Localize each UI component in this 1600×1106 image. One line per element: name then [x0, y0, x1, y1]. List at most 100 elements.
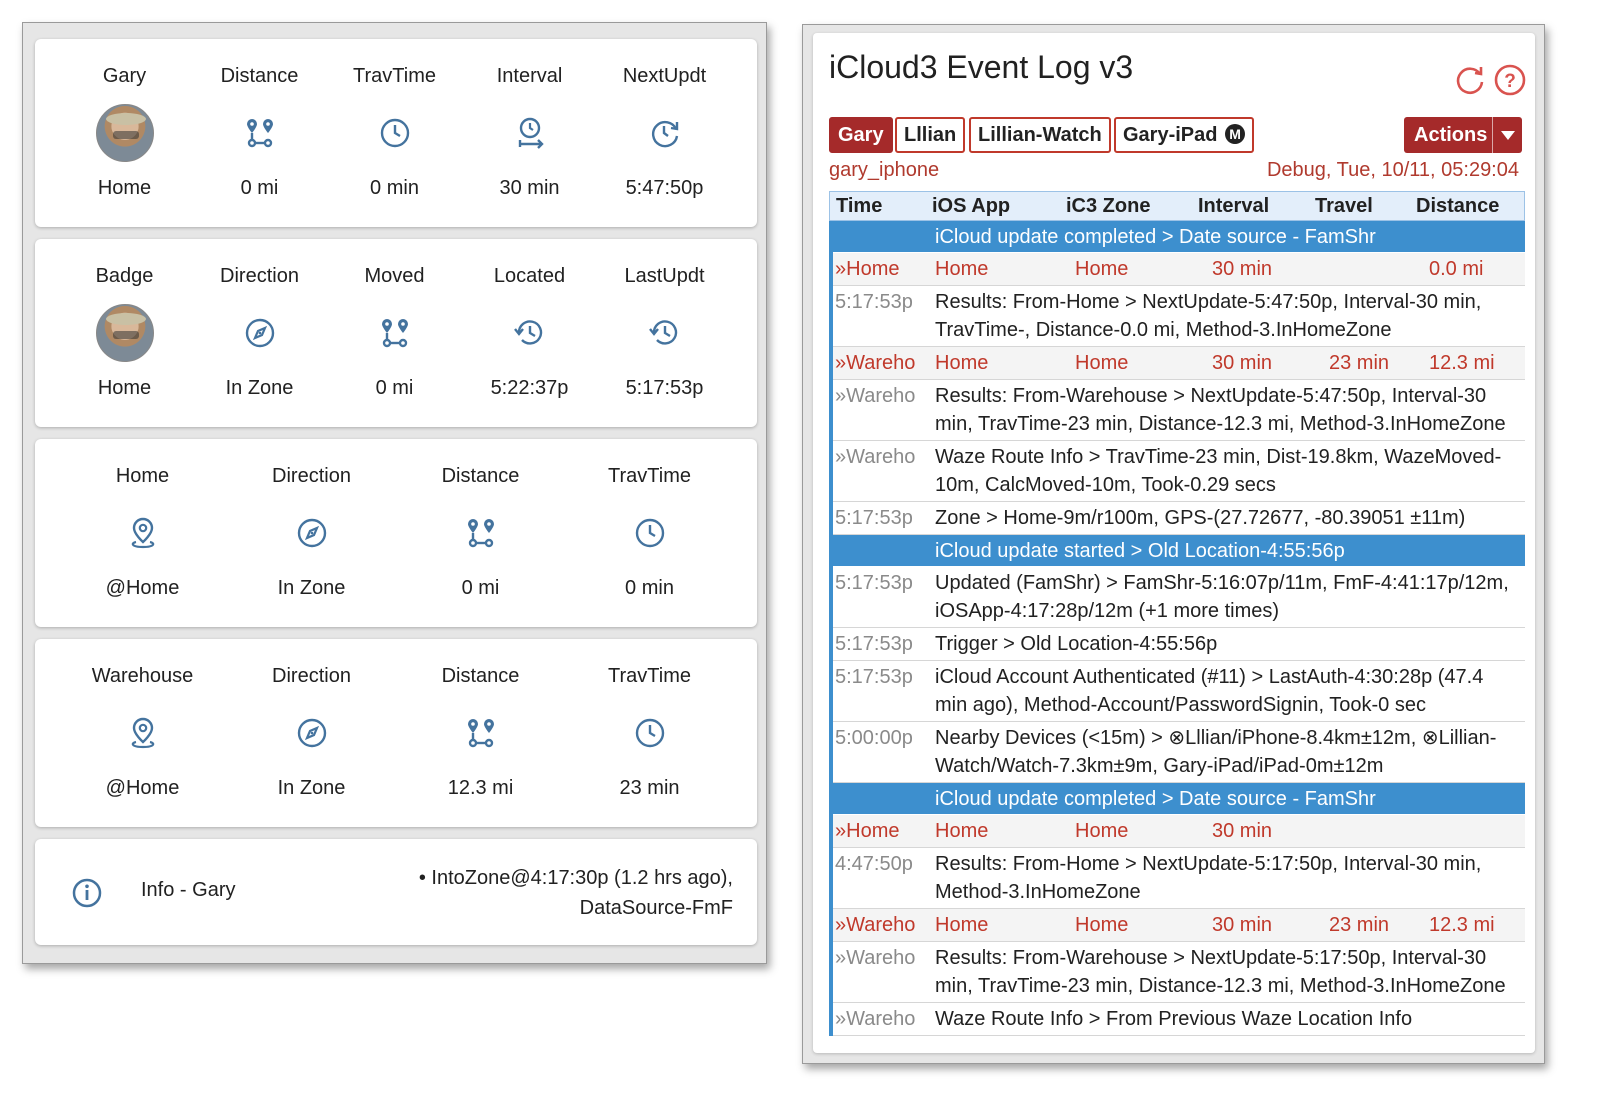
card1-col-gary[interactable]: Gary Home — [57, 39, 192, 227]
log-message-row: 5:17:53p Updated (FamShr) > FamShr-5:16:0… — [833, 567, 1525, 628]
log-cell-zone: Home — [1075, 352, 1129, 374]
log-time: »Wareho — [835, 1008, 916, 1030]
device-status-card: Gary Home Distance 0 mi TravTime 0 min Interva… — [35, 39, 757, 227]
clock-icon — [365, 103, 425, 163]
map-pin-icon — [113, 703, 173, 763]
actions-button[interactable]: Actions — [1404, 117, 1522, 153]
info-line-2: DataSource-FmF — [579, 897, 733, 919]
device-button-gary-ipad[interactable]: Gary-iPad M — [1114, 117, 1255, 153]
entity-label: TravTime — [353, 65, 436, 87]
info-card[interactable]: Info - Gary • IntoZone@4:17:30p (1.2 hrs… — [35, 839, 757, 945]
compass-icon — [282, 703, 342, 763]
event-log-panel: iCloud3 Event Log v3 ? Gary Lllian Lilli… — [802, 24, 1545, 1064]
entity-label: TravTime — [608, 465, 691, 487]
log-message-row: 5:17:53p Trigger > Old Location-4:55:56p — [833, 628, 1525, 661]
log-time: 5:17:53p — [835, 666, 913, 688]
log-section-header: iCloud update completed > Date source - … — [833, 783, 1525, 815]
log-cell-travel: 23 min — [1329, 914, 1390, 936]
log-message-row: 5:17:53p Results: From-Home > NextUpdate-… — [833, 286, 1525, 347]
event-log-table[interactable]: Time iOS App iC3 Zone Interval Travel Di… — [829, 191, 1525, 1036]
entity-value: In Zone — [277, 577, 346, 599]
log-cell-time: »Wareho — [835, 352, 916, 374]
card2-col-moved[interactable]: Moved 0 mi — [327, 239, 462, 427]
info-icon[interactable] — [71, 877, 103, 914]
log-status-row: »Home Home Home 30 min 0.0 mi — [833, 253, 1525, 286]
device-button-gary-ipad-label: Gary-iPad — [1123, 124, 1218, 146]
card1-col-distance[interactable]: Distance 0 mi — [192, 39, 327, 227]
log-message: Results: From-Home > NextUpdate-5:47:50p… — [935, 288, 1525, 344]
log-message-row: 5:00:00p Nearby Devices (<15m) > ⊗Lllian/… — [833, 722, 1525, 783]
debug-timestamp: Debug, Tue, 10/11, 05:29:04 — [1266, 159, 1519, 181]
chevron-down-icon[interactable] — [1492, 117, 1522, 153]
log-cell-interval: 30 min — [1212, 820, 1273, 842]
log-message: Waze Route Info > From Previous Waze Loc… — [935, 1005, 1525, 1033]
help-icon[interactable]: ? — [1493, 63, 1527, 97]
log-cell-interval: 30 min — [1212, 258, 1273, 280]
card3-col-travtime[interactable]: TravTime 0 min — [565, 439, 734, 627]
entity-value: 0 min — [625, 577, 674, 599]
map-pin-icon — [113, 503, 173, 563]
avatar — [95, 303, 155, 363]
col-header-interval: Interval — [1198, 195, 1270, 217]
card1-col-travtime[interactable]: TravTime 0 min — [327, 39, 462, 227]
card4-col-travtime[interactable]: TravTime 23 min — [565, 639, 734, 827]
log-cell-travel — [1329, 255, 1429, 283]
card3-col-distance[interactable]: Distance 0 mi — [396, 439, 565, 627]
event-log-body[interactable]: iCloud update completed > Date source - … — [829, 221, 1525, 1036]
log-message: Nearby Devices (<15m) > ⊗Lllian/iPhone-8… — [935, 724, 1525, 780]
log-time: »Wareho — [835, 446, 916, 468]
entity-label: Direction — [272, 465, 351, 487]
device-button-gary[interactable]: Gary — [829, 117, 893, 153]
entity-value: @Home — [105, 777, 180, 799]
card2-col-located[interactable]: Located 5:22:37p — [462, 239, 597, 427]
entity-label: Direction — [220, 265, 299, 287]
entity-label: LastUpdt — [624, 265, 705, 287]
log-time: »Wareho — [835, 947, 916, 969]
log-message-line: iCloud Account Authenticated (#11) > Las… — [935, 666, 1484, 688]
device-location-card: Badge Home Direction In Zone Moved 0 mi Locate… — [35, 239, 757, 427]
log-message: Results: From-Warehouse > NextUpdate-5:1… — [935, 944, 1525, 1000]
log-cell-interval: 30 min — [1212, 914, 1273, 936]
log-cell-zone: Home — [1075, 914, 1129, 936]
device-button-lllian[interactable]: Lllian — [895, 117, 966, 153]
log-cell-distance: 12.3 mi — [1429, 352, 1495, 374]
col-header-time: Time — [836, 195, 883, 217]
log-section-header: iCloud update started > Old Location-4:5… — [833, 535, 1525, 567]
info-line-1: • IntoZone@4:17:30p (1.2 hrs ago), — [418, 867, 733, 889]
log-section-header: iCloud update completed > Date source - … — [833, 221, 1525, 253]
log-cell-time: »Home — [835, 820, 900, 842]
refresh-icon[interactable] — [1453, 63, 1487, 97]
log-cell-interval: 30 min — [1212, 352, 1273, 374]
card2-col-lastupdt[interactable]: LastUpdt 5:17:53p — [597, 239, 732, 427]
card3-col-direction[interactable]: Direction In Zone — [227, 439, 396, 627]
card1-col-nextupdt[interactable]: NextUpdt 5:47:50p — [597, 39, 732, 227]
log-cell-zone: Home — [1075, 258, 1129, 280]
entity-value: In Zone — [277, 777, 346, 799]
route-icon — [451, 503, 511, 563]
clock-icon — [620, 703, 680, 763]
col-header-ic3-zone: iC3 Zone — [1066, 195, 1151, 217]
card4-col-direction[interactable]: Direction In Zone — [227, 639, 396, 827]
log-message-line: 10m, CalcMoved-10m, Took-0.29 secs — [935, 474, 1276, 496]
device-button-lillian-watch[interactable]: Lillian-Watch — [969, 117, 1111, 153]
card1-col-interval[interactable]: Interval 30 min — [462, 39, 597, 227]
log-cell-app: Home — [935, 820, 989, 842]
card2-col-badge[interactable]: Badge Home — [57, 239, 192, 427]
clock-icon — [620, 503, 680, 563]
entity-label: Located — [493, 265, 566, 287]
card4-col-distance[interactable]: Distance 12.3 mi — [396, 639, 565, 827]
log-message-line: Results: From-Warehouse > NextUpdate-5:1… — [935, 947, 1487, 969]
actions-label: Actions — [1414, 124, 1488, 146]
log-cell-app: Home — [935, 914, 989, 936]
log-message: Trigger > Old Location-4:55:56p — [935, 630, 1525, 658]
compass-icon — [282, 503, 342, 563]
log-message: Results: From-Home > NextUpdate-5:17:50p… — [935, 850, 1525, 906]
log-time: 5:17:53p — [835, 572, 913, 594]
log-message-line: Waze Route Info > TravTime-23 min, Dist-… — [935, 446, 1502, 468]
log-message-row: »Wareho Waze Route Info > From Previous W… — [833, 1003, 1525, 1036]
card2-col-direction[interactable]: Direction In Zone — [192, 239, 327, 427]
route-icon — [365, 303, 425, 363]
log-message-line: iOSApp-4:17:28p/12m (+1 more times) — [935, 600, 1280, 622]
card4-col-warehouse[interactable]: Warehouse @Home — [58, 639, 227, 827]
card3-col-home[interactable]: Home @Home — [58, 439, 227, 627]
